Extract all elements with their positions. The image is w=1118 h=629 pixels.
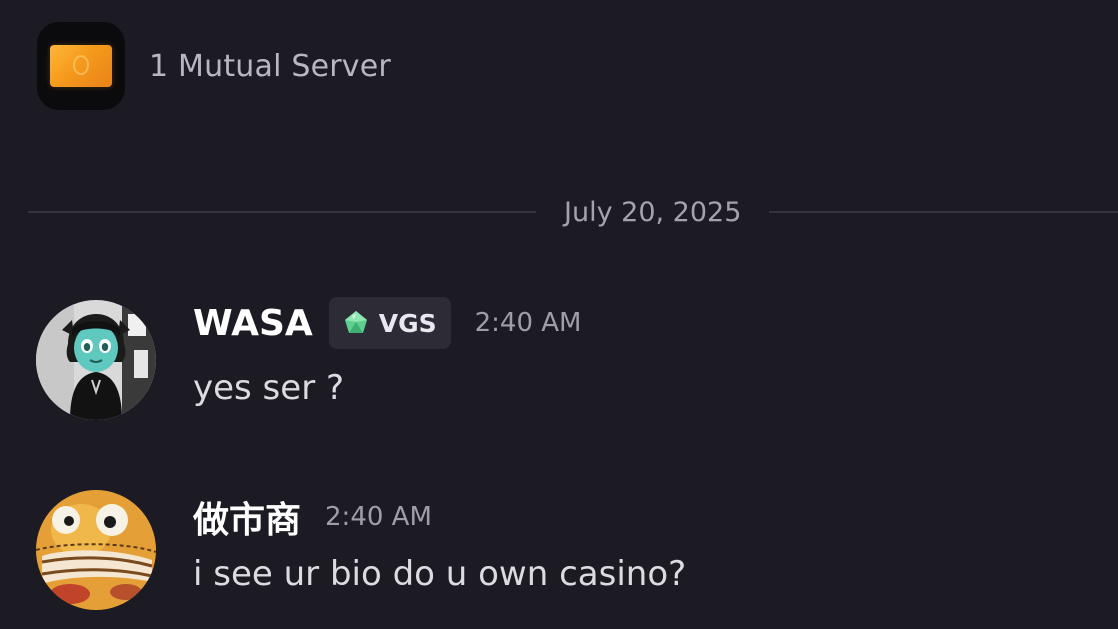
dm-conversation: 1 Mutual Server July 20, 2025 WASA VGS 2… [0,0,1118,629]
message-text: yes ser ? [193,368,345,408]
divider-line-left [28,211,536,213]
avatar[interactable] [36,490,156,610]
username[interactable]: WASA [193,303,313,344]
divider-line-right [769,211,1118,213]
server-card-icon[interactable] [37,22,125,110]
message-timestamp: 2:40 AM [325,502,432,532]
message-header: WASA VGS 2:40 AM [193,297,582,349]
username[interactable]: 做市商 [193,491,301,543]
divider-date: July 20, 2025 [564,196,742,228]
server-tag-badge[interactable]: VGS [328,297,451,349]
avatar[interactable] [36,300,156,420]
message-text: i see ur bio do u own casino? [193,554,687,594]
orange-face-avatar [36,490,156,610]
server-tag-label: VGS [378,308,437,338]
teal-character-avatar [36,300,156,420]
message-timestamp: 2:40 AM [474,308,582,338]
mutual-servers-row[interactable]: 1 Mutual Server [37,22,391,110]
mutual-servers-label[interactable]: 1 Mutual Server [149,49,391,84]
date-divider: July 20, 2025 [28,195,1118,229]
green-gem-icon [344,311,367,333]
message-header: 做市商 2:40 AM [193,492,432,542]
